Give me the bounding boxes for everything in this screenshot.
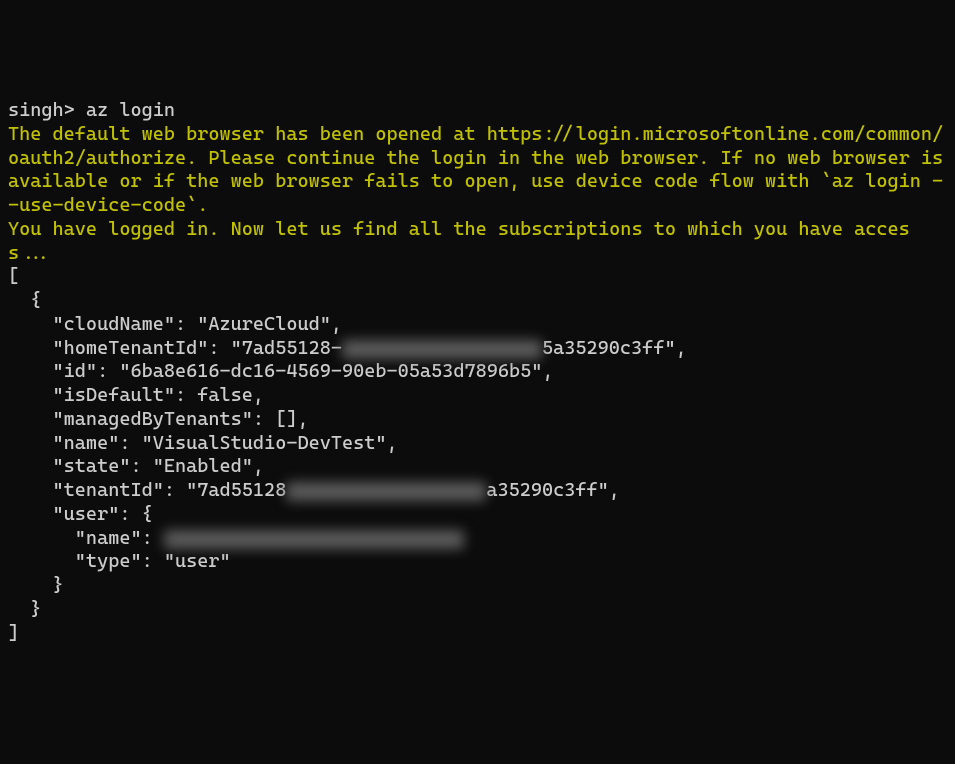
json-open-brace: { bbox=[8, 289, 947, 313]
json-state: "state": "Enabled", bbox=[8, 455, 947, 479]
redacted-username-icon: ........................ bbox=[164, 530, 464, 549]
json-user-name: "name": ........................ bbox=[8, 527, 947, 551]
json-id: "id": "6ba8e616-dc16-4569-90eb-05a53d789… bbox=[8, 360, 947, 384]
json-hometenantid: "homeTenantId": "7ad55128-..............… bbox=[8, 337, 947, 361]
redacted-guid-icon: ................ bbox=[342, 340, 542, 359]
json-cloudname: "cloudName": "AzureCloud", bbox=[8, 313, 947, 337]
json-user-type: "type": "user" bbox=[8, 550, 947, 574]
json-close-brace: } bbox=[8, 598, 947, 622]
json-user-close: } bbox=[8, 574, 947, 598]
browser-message: The default web browser has been opened … bbox=[8, 123, 947, 218]
hometenantid-suffix: 5a35290c3ff", bbox=[542, 337, 687, 359]
tenantid-prefix: "tenantId": "7ad55128 bbox=[8, 479, 286, 501]
hometenantid-prefix: "homeTenantId": "7ad55128- bbox=[8, 337, 342, 359]
redacted-guid-icon: ................ bbox=[286, 482, 486, 501]
json-isdefault: "isDefault": false, bbox=[8, 384, 947, 408]
command-text: az login bbox=[86, 99, 175, 121]
json-close-bracket: ] bbox=[8, 622, 947, 646]
terminal-output[interactable]: singh> az loginThe default web browser h… bbox=[8, 99, 947, 645]
logged-in-message: You have logged in. Now let us find all … bbox=[8, 218, 947, 266]
json-user-open: "user": { bbox=[8, 503, 947, 527]
prompt-prefix: singh> bbox=[8, 99, 75, 121]
json-open-bracket: [ bbox=[8, 265, 947, 289]
json-name: "name": "VisualStudio-DevTest", bbox=[8, 432, 947, 456]
tenantid-suffix: a35290c3ff", bbox=[486, 479, 620, 501]
json-tenantid: "tenantId": "7ad55128................a35… bbox=[8, 479, 947, 503]
prompt-line: singh> az login bbox=[8, 99, 947, 123]
user-name-prefix: "name": bbox=[8, 527, 164, 549]
json-managedbytenants: "managedByTenants": [], bbox=[8, 408, 947, 432]
